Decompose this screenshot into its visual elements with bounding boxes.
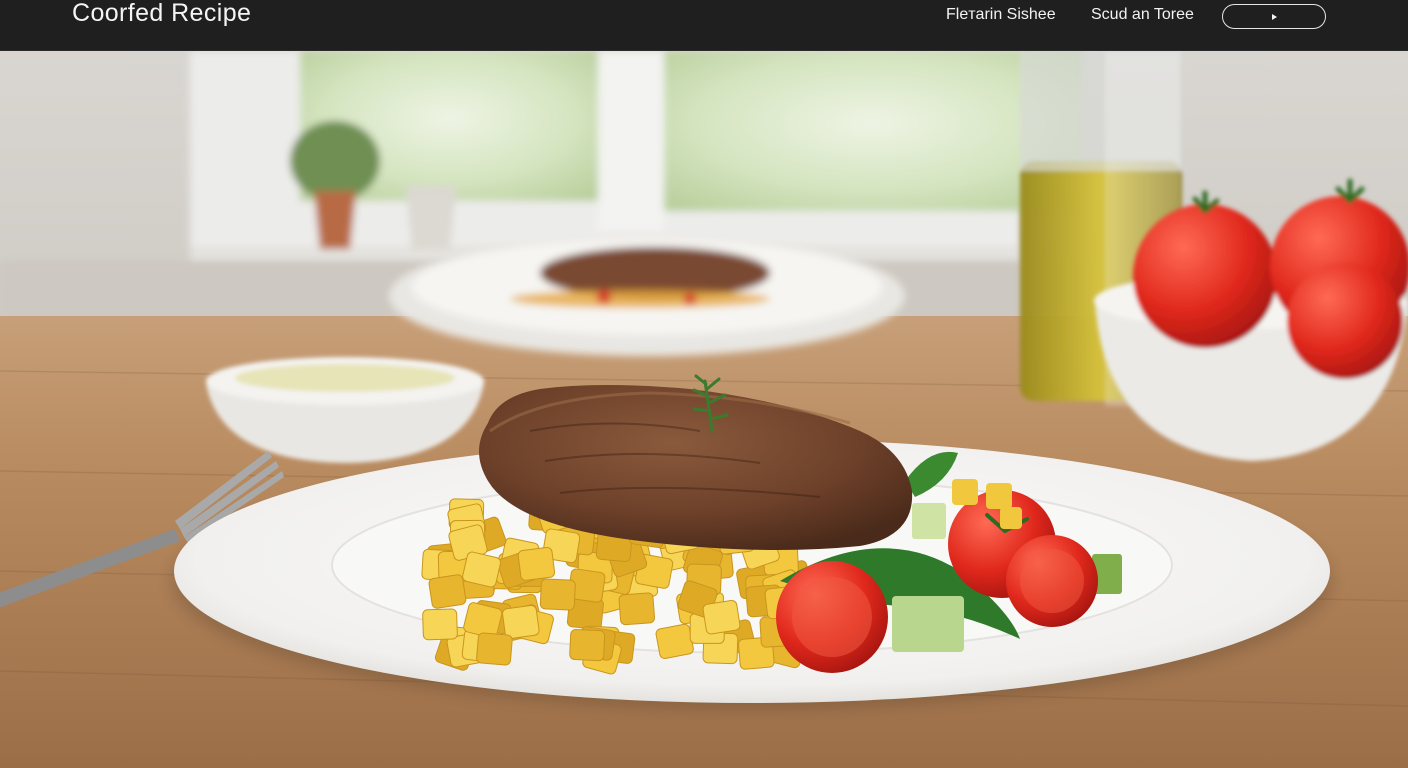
site-title[interactable]: Coorfed Recipe (72, 0, 251, 28)
play-icon (1271, 13, 1277, 20)
play-pill-button[interactable] (1222, 4, 1326, 29)
corn-kernel (422, 608, 458, 641)
corn-kernel (655, 623, 694, 659)
hero-illustration (0, 51, 1408, 768)
hero-image (0, 51, 1408, 768)
corn-kernel (539, 578, 576, 611)
nav-link-2[interactable]: Scud an Toree (1091, 4, 1194, 26)
top-navigation-bar: Coorfed Recipe Fleтarin Sishee Scud an T… (0, 0, 1408, 51)
corn-kernel (569, 629, 606, 662)
nav-link-1[interactable]: Fleтarin Sishee (946, 4, 1056, 26)
corn-kernel (476, 632, 513, 666)
corn-kernel (502, 604, 540, 640)
corn-kernel (618, 592, 656, 626)
corn-kernel (428, 574, 467, 609)
corn-kernel (517, 546, 556, 581)
corn-kernel (702, 599, 741, 635)
